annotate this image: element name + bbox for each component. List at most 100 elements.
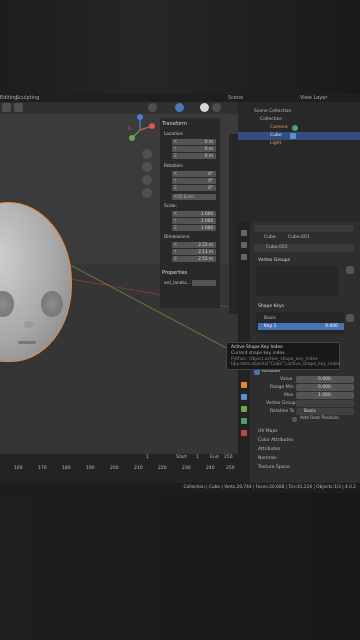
camera-view-icon[interactable] xyxy=(142,175,152,185)
view-layer-selector[interactable]: View Layer xyxy=(300,94,327,102)
overlay-icon[interactable] xyxy=(175,103,184,112)
camera-data-icon[interactable] xyxy=(292,125,298,131)
timeline-end-value[interactable]: 250 xyxy=(224,455,233,460)
normals-header[interactable]: Normals xyxy=(258,456,277,461)
scale-x-field[interactable]: X 1.000 xyxy=(172,211,216,217)
tooltip-active-shape-key: Active Shape Key Index Current shape key… xyxy=(226,342,340,370)
outliner-collection[interactable]: Collection xyxy=(238,116,360,124)
menu-bar: Editing Sculpting Scene View Layer xyxy=(0,94,360,102)
properties-item-field[interactable] xyxy=(192,280,216,286)
value-label: Value xyxy=(280,377,293,382)
vertex-groups-header[interactable]: Vertex Groups xyxy=(258,258,290,263)
dimensions-z-field[interactable]: Z 2.53 m xyxy=(172,256,216,262)
range-min-label: Range Min xyxy=(270,385,294,390)
shading-material-icon[interactable] xyxy=(212,103,221,112)
location-z-field[interactable]: Z0 m xyxy=(172,153,216,159)
zoom-icon[interactable] xyxy=(142,149,152,159)
scale-z-field[interactable]: Z 1.000 xyxy=(172,225,216,231)
render-tab-icon[interactable] xyxy=(241,242,247,248)
max-field[interactable]: 1.000 xyxy=(296,392,354,399)
select-tool-icon[interactable] xyxy=(2,103,11,112)
timeline-tick: 200 xyxy=(110,466,119,471)
timeline-tick: 230 xyxy=(182,466,191,471)
search-field[interactable] xyxy=(254,225,354,232)
scene-selector[interactable]: Scene xyxy=(228,94,243,102)
nose xyxy=(24,321,34,328)
timeline-tick: 170 xyxy=(38,466,47,471)
status-bar: Collection | Cube | Verts:20,744 | Faces… xyxy=(0,483,360,493)
constraints-tab-icon[interactable] xyxy=(241,406,247,412)
location-y-field[interactable]: Y0 m xyxy=(172,146,216,152)
shape-key-key1[interactable]: Key 1 0.000 xyxy=(258,323,344,330)
timeline-start-value[interactable]: 1 xyxy=(196,455,199,460)
rotation-x-field[interactable]: X 0° xyxy=(172,171,216,177)
attributes-header[interactable]: Attributes xyxy=(258,447,280,452)
tooltip-title: Active Shape Key Index xyxy=(231,345,283,350)
rotation-mode-select[interactable]: XYZ Euler xyxy=(172,194,216,200)
add-rest-position-checkbox[interactable] xyxy=(292,417,297,422)
scale-y-field[interactable]: Y 1.000 xyxy=(172,218,216,224)
rotation-label: Rotation: xyxy=(164,164,184,169)
outliner-cube[interactable]: Cube xyxy=(238,132,360,140)
relative-to-field[interactable]: Basis xyxy=(296,408,354,415)
tool-tab-icon[interactable] xyxy=(241,230,247,236)
vertex-groups-list[interactable] xyxy=(256,266,338,296)
breadcrumb-object: Cube xyxy=(264,235,276,240)
vertex-group-field[interactable] xyxy=(296,400,354,407)
timeline-frame[interactable]: 1 xyxy=(146,455,149,460)
n-panel-transform: Transform Location: X0 m Y0 m Z0 m Rotat… xyxy=(160,118,220,308)
dimensions-x-field[interactable]: X 2.23 m xyxy=(172,242,216,248)
value-field[interactable]: 0.000 xyxy=(296,376,354,383)
rotation-z-field[interactable]: Z 0° xyxy=(172,185,216,191)
rotation-y-field[interactable]: Y 0° xyxy=(172,178,216,184)
output-tab-icon[interactable] xyxy=(241,254,247,260)
shape-keys-header[interactable]: Shape Keys xyxy=(258,304,284,309)
max-label: Max xyxy=(284,393,294,398)
relative-to-label: Relative To xyxy=(270,409,295,414)
material-tab-icon[interactable] xyxy=(241,430,247,436)
object-tab-icon[interactable] xyxy=(241,382,247,388)
mouth xyxy=(18,341,36,344)
shape-key-basis[interactable]: Basis xyxy=(258,315,344,322)
uv-maps-header[interactable]: UV Maps xyxy=(258,429,278,434)
cursor-tool-icon[interactable] xyxy=(14,103,23,112)
timeline-tick: 180 xyxy=(62,466,71,471)
outliner-camera[interactable]: Camera xyxy=(238,124,360,132)
tooltip-desc: Current shape key index. xyxy=(231,351,287,356)
timeline-start-label: Start xyxy=(176,455,187,460)
tooltip-python-path: bpy.data.objects["Cube"].active_shape_ke… xyxy=(231,362,341,367)
status-text: Collection | Cube | Verts:20,744 | Faces… xyxy=(183,485,357,490)
timeline-tick: 240 xyxy=(206,466,215,471)
pan-hand-icon[interactable] xyxy=(142,162,152,172)
mesh-name-field[interactable]: Cube.001 xyxy=(254,244,354,252)
right-eye-socket xyxy=(41,291,63,317)
data-tab-icon[interactable] xyxy=(241,418,247,424)
video-background-top xyxy=(0,0,360,94)
color-attributes-header[interactable]: Color Attributes xyxy=(258,438,293,443)
menu-item-editing[interactable]: Editing xyxy=(0,94,17,102)
menu-item-sculpting[interactable]: Sculpting xyxy=(16,94,39,102)
viewport-header: Options xyxy=(0,102,238,122)
outliner-scene-collection[interactable]: Scene Collection xyxy=(238,108,360,116)
add-rest-position-label: Add Rest Position xyxy=(300,416,339,421)
transform-header[interactable]: Transform xyxy=(162,121,187,127)
modifier-icon[interactable] xyxy=(290,133,296,139)
dimensions-y-field[interactable]: Y 2.13 m xyxy=(172,249,216,255)
texture-space-header[interactable]: Texture Space xyxy=(258,465,290,470)
shading-solid-icon[interactable] xyxy=(200,103,209,112)
modifier-tab-icon[interactable] xyxy=(241,394,247,400)
vertex-group-add-button[interactable] xyxy=(346,266,354,274)
timeline-ruler xyxy=(0,466,238,474)
location-x-field[interactable]: X0 m xyxy=(172,139,216,145)
range-min-field[interactable]: 0.000 xyxy=(296,384,354,391)
view-icon[interactable] xyxy=(148,103,157,112)
3d-viewport[interactable]: Transform Location: X0 m Y0 m Z0 m Rotat… xyxy=(0,114,238,454)
breadcrumb-mesh: Cube.001 xyxy=(288,235,310,240)
navigation-gizmo[interactable] xyxy=(124,114,156,146)
outliner-light[interactable]: Light xyxy=(238,140,360,148)
timeline-tick: 250 xyxy=(226,466,235,471)
sidebar-tabs xyxy=(229,134,238,314)
properties-header[interactable]: Properties xyxy=(162,270,187,276)
shape-key-add-button[interactable] xyxy=(346,314,354,322)
grid-view-icon[interactable] xyxy=(142,188,152,198)
